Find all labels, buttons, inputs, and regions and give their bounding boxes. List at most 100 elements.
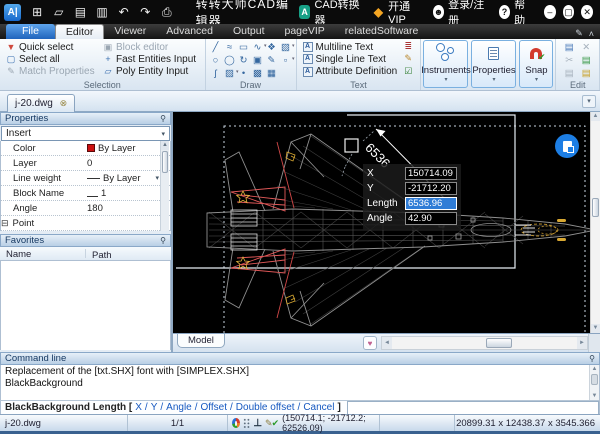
undo-icon[interactable]: ↶ — [113, 5, 135, 19]
cmd-option-angle[interactable]: Angle — [166, 402, 192, 413]
line-tool-icon[interactable]: ╱ — [209, 41, 223, 54]
paste-icon[interactable]: ▤ — [561, 41, 578, 54]
text-style-icon[interactable]: ≣ — [404, 41, 412, 53]
document-tab[interactable]: j-20.dwg ⊗ — [7, 94, 76, 112]
instruments-button[interactable]: Instruments ▾ — [421, 40, 471, 88]
command-scrollbar[interactable]: ▲ ▼ — [589, 365, 599, 400]
pin-icon[interactable]: ⚲ — [589, 354, 595, 363]
tab-advanced[interactable]: Advanced — [156, 24, 223, 39]
scroll-up-icon[interactable]: ▲ — [591, 112, 600, 121]
favorite-view-button[interactable]: ♥ — [363, 336, 377, 350]
collapse-group-icon[interactable]: ⊟ — [1, 218, 9, 229]
delete-icon[interactable]: ✕ — [578, 41, 595, 54]
block-editor-button[interactable]: ▣ Block editor — [100, 41, 199, 53]
tooltip-angle-field[interactable]: 42.90 — [405, 212, 457, 225]
hatch-tool-icon[interactable]: ▨ — [223, 66, 239, 80]
copy-tool-icon[interactable]: ▫ — [279, 53, 295, 67]
region-tool-icon[interactable]: ▣ — [251, 54, 265, 67]
scroll-right-icon[interactable]: ► — [577, 337, 587, 349]
tooltip-x-field[interactable]: 150714.09 — [405, 167, 457, 180]
text-edit-icon[interactable]: ✎ — [404, 53, 412, 65]
scroll-left-icon[interactable]: ◄ — [382, 337, 392, 349]
block-save-icon[interactable]: ▤ — [578, 67, 595, 80]
cmd-option-offset[interactable]: Offset — [201, 402, 228, 413]
tab-relatedsoftware[interactable]: relatedSoftware — [335, 24, 429, 39]
scroll-thumb[interactable] — [162, 151, 168, 173]
scroll-down-icon[interactable]: ▼ — [590, 392, 599, 400]
cmd-option-x[interactable]: X — [135, 402, 142, 413]
tab-file[interactable]: File — [6, 24, 55, 39]
tab-viewer[interactable]: Viewer — [104, 24, 156, 39]
snap-button[interactable]: Snap ▾ — [519, 40, 554, 88]
properties-button[interactable]: Properties ▾ — [471, 40, 517, 88]
fast-entities-input-button[interactable]: + Fast Entities Input — [100, 53, 199, 65]
scroll-up-icon[interactable]: ▲ — [590, 365, 599, 373]
osnap-icon[interactable] — [232, 418, 240, 428]
scroll-down-icon[interactable]: ▼ — [591, 324, 600, 333]
save-as-icon[interactable]: ▥ — [91, 5, 113, 19]
pin-icon[interactable]: ⚲ — [160, 114, 166, 123]
collapse-ribbon-icon[interactable]: ˄ — [589, 29, 594, 39]
chevron-down-icon[interactable]: ▾ — [155, 174, 159, 182]
horizontal-scrollbar[interactable]: ◄ ► — [381, 336, 588, 350]
circle-tool-icon[interactable]: ○ — [209, 54, 223, 67]
tab-editor[interactable]: Editor — [54, 24, 105, 39]
command-input[interactable] — [346, 401, 599, 414]
app-logo[interactable]: A| — [4, 3, 22, 21]
drawing-viewport[interactable]: 6536 X 150714.09 Y -21712.20 Length 6536… — [173, 112, 590, 333]
print-icon[interactable]: ⎙ — [156, 5, 178, 20]
command-history[interactable]: Replacement of the [txt.SHX] font with [… — [0, 365, 600, 400]
property-row-lineweight[interactable]: Line weight By Layer ▾ — [1, 171, 170, 186]
tab-pagevip[interactable]: pageVIP — [275, 24, 335, 39]
scroll-thumb[interactable] — [486, 338, 512, 348]
image-tool-icon[interactable]: ▩ — [251, 67, 265, 80]
vip-link[interactable]: ◆ 开通VIP — [373, 0, 421, 26]
favorites-col-path[interactable]: Path — [86, 250, 112, 261]
tooltip-length-field[interactable]: 6536.96 — [405, 197, 457, 210]
property-row-blockname[interactable]: Block Name 1 — [1, 186, 170, 201]
cmd-option-double-offset[interactable]: Double offset — [236, 402, 295, 413]
sketch-tool-icon[interactable]: ✎ — [265, 54, 279, 67]
close-button[interactable]: ✕ — [581, 5, 593, 19]
scroll-up-icon[interactable]: ▲ — [161, 141, 169, 150]
spline-tool-icon[interactable]: ≈ — [223, 41, 237, 54]
table-tool-icon[interactable]: ▦ — [265, 67, 279, 80]
grid-icon[interactable] — [242, 418, 251, 428]
open-file-icon[interactable]: ▱ — [48, 5, 70, 19]
attribute-definition-button[interactable]: A Attribute Definition — [300, 66, 401, 78]
poly-entity-input-button[interactable]: ▱ Poly Entity Input — [100, 66, 199, 78]
cmd-option-y[interactable]: Y — [151, 402, 158, 413]
pick-box-cursor[interactable] — [344, 138, 359, 153]
arc-tool-icon[interactable]: ↻ — [237, 54, 251, 67]
single-line-text-button[interactable]: A Single Line Text — [300, 53, 401, 65]
entity-type-select[interactable]: Insert ▾ — [1, 126, 170, 141]
quick-select-button[interactable]: ▼ Quick select — [3, 41, 100, 53]
tab-scroll-button[interactable]: ▾ — [582, 95, 596, 108]
properties-scrollbar[interactable]: ▲ — [160, 141, 169, 231]
new-file-icon[interactable]: ⊞ — [26, 5, 48, 19]
property-group-point[interactable]: ⊟ Point — [1, 216, 170, 231]
block-tool-icon[interactable]: ❖ — [265, 41, 279, 54]
point-tool-icon[interactable]: • — [237, 67, 251, 80]
tooltip-y-field[interactable]: -21712.20 — [405, 182, 457, 195]
scroll-thumb[interactable] — [592, 198, 599, 217]
close-tab-icon[interactable]: ⊗ — [60, 98, 68, 108]
cut-icon[interactable]: ✂ — [561, 54, 578, 67]
pin-icon[interactable]: ⚲ — [160, 236, 166, 245]
copy-icon[interactable]: ▤ — [561, 67, 578, 80]
canvas-action-button[interactable] — [555, 134, 579, 158]
maximize-button[interactable]: ▢ — [562, 5, 575, 19]
multiline-text-button[interactable]: A Multiline Text — [300, 41, 401, 53]
text-check-icon[interactable]: ☑ — [404, 66, 412, 78]
favorites-col-name[interactable]: Name — [0, 249, 86, 260]
rectangle-tool-icon[interactable]: ▭ — [237, 41, 251, 54]
favorites-list[interactable] — [0, 261, 171, 350]
select-all-button[interactable]: ▢ Select all — [3, 53, 100, 65]
perpendicular-icon[interactable]: ⊥ — [253, 418, 262, 429]
freehand-spline-icon[interactable]: ʃ — [209, 67, 223, 80]
save-icon[interactable]: ▤ — [70, 5, 92, 19]
copy-with-basepoint-icon[interactable]: ▤ — [578, 54, 595, 67]
property-row-color[interactable]: Color By Layer — [1, 141, 170, 156]
ellipse-tool-icon[interactable]: ◯ — [223, 54, 237, 67]
minimize-button[interactable]: – — [544, 5, 556, 19]
